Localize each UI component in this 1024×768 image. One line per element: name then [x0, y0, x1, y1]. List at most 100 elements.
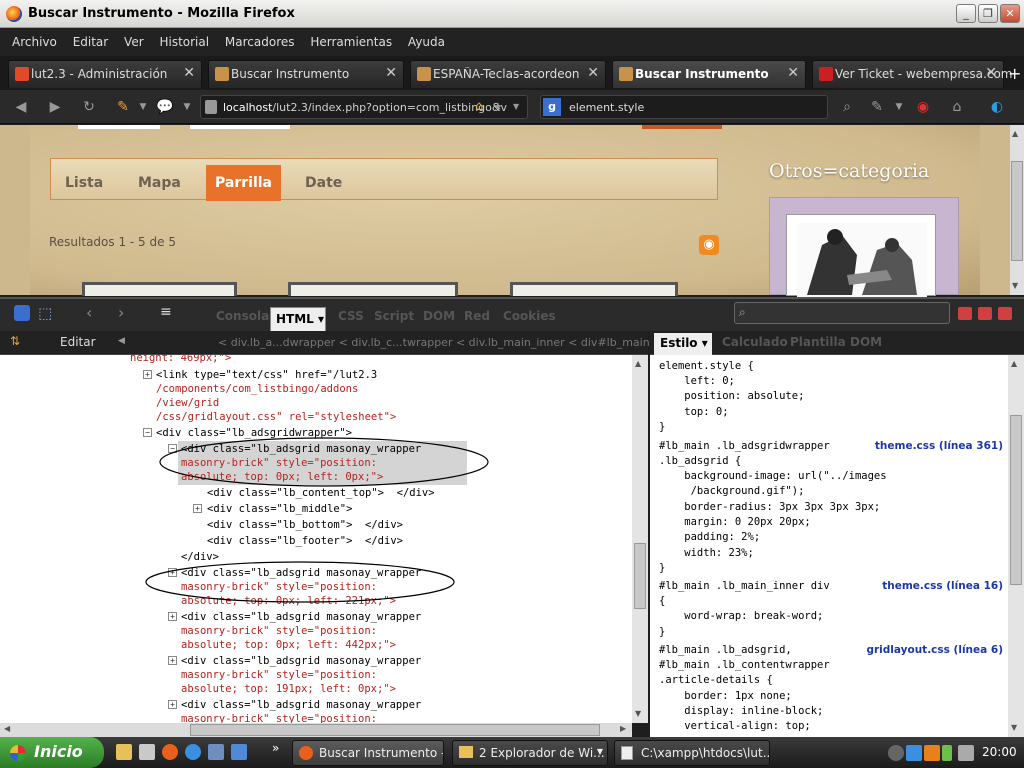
- chevron-down-icon[interactable]: ▼: [513, 102, 519, 111]
- forward-arrow-icon[interactable]: ▶: [44, 96, 66, 118]
- detach-panel-icon[interactable]: [978, 307, 992, 320]
- volume-icon[interactable]: [958, 745, 974, 761]
- firebug-icon[interactable]: [14, 305, 30, 321]
- scrollbar-thumb[interactable]: [190, 724, 600, 736]
- page-scrollbar[interactable]: ▲ ▼: [1010, 125, 1024, 295]
- style-line[interactable]: background-image: url("../images: [659, 469, 886, 485]
- tab-close-icon[interactable]: ✕: [787, 65, 799, 81]
- ie-icon[interactable]: [185, 744, 201, 760]
- style-line[interactable]: display: inline-block;: [659, 704, 823, 720]
- tab-parrilla[interactable]: Parrilla: [206, 165, 281, 201]
- battery-icon[interactable]: [942, 745, 952, 761]
- scrollbar-thumb[interactable]: [1011, 161, 1023, 261]
- browser-tab-active[interactable]: Buscar Instrumento ✕: [612, 60, 806, 88]
- tab-html[interactable]: HTML ▾: [270, 307, 326, 331]
- edit-button[interactable]: Editar: [60, 335, 96, 349]
- tab-close-icon[interactable]: ✕: [183, 65, 195, 81]
- style-line[interactable]: #lb_main .lb_adsgrid,: [659, 643, 792, 659]
- menu-marcadores[interactable]: Marcadores: [225, 28, 295, 56]
- tree-icon[interactable]: ⇅: [10, 334, 20, 348]
- search-bar[interactable]: g element.style: [540, 95, 828, 119]
- addon-icon[interactable]: ✎: [112, 96, 134, 118]
- menu-editar[interactable]: Editar: [73, 28, 109, 56]
- menu-archivo[interactable]: Archivo: [12, 28, 57, 56]
- style-line[interactable]: padding: 2%;: [659, 530, 760, 546]
- home-icon[interactable]: ⌂: [946, 96, 968, 118]
- style-line[interactable]: .lb_adsgrid {: [659, 454, 741, 470]
- chevron-down-icon[interactable]: ▼: [132, 96, 154, 118]
- tab-close-icon[interactable]: ✕: [587, 65, 599, 81]
- search-input[interactable]: element.style: [569, 101, 644, 114]
- back-icon[interactable]: ‹: [86, 303, 92, 322]
- chevron-down-icon[interactable]: ▼: [176, 96, 198, 118]
- tab-red[interactable]: Red: [464, 309, 490, 323]
- breadcrumb[interactable]: < div.lb_a...dwrapper < div.lb_c...twrap…: [218, 336, 673, 349]
- style-line[interactable]: word-wrap: break-word;: [659, 609, 823, 625]
- close-panel-icon[interactable]: [998, 307, 1012, 320]
- network-icon[interactable]: [906, 745, 922, 761]
- menu-herramientas[interactable]: Herramientas: [310, 28, 392, 56]
- tray-arrow-icon[interactable]: [888, 745, 904, 761]
- browser-tab[interactable]: Ver Ticket - webempresa.com ✕: [812, 60, 1012, 88]
- maximize-button[interactable]: ❐: [978, 4, 998, 23]
- chevron-left-icon[interactable]: ◀: [118, 336, 125, 346]
- firebug-search-input[interactable]: ⌕: [734, 302, 950, 324]
- tab-css[interactable]: CSS: [338, 309, 364, 323]
- forward-icon[interactable]: ›: [118, 303, 124, 322]
- computer-icon[interactable]: [208, 744, 224, 760]
- menu-ayuda[interactable]: Ayuda: [408, 28, 445, 56]
- url-bar[interactable]: localhost/lut2.3/index.php?option=com_li…: [200, 95, 528, 119]
- reload-icon[interactable]: ↻: [78, 96, 100, 118]
- browser-tab[interactable]: Buscar Instrumento ✕: [208, 60, 404, 88]
- task-explorer[interactable]: 2 Explorador de Wi... ▼: [452, 740, 608, 766]
- style-line[interactable]: #lb_main .lb_contentwrapper: [659, 658, 830, 674]
- engraving-image[interactable]: [786, 214, 936, 297]
- tab-close-icon[interactable]: ✕: [385, 65, 397, 81]
- style-line[interactable]: #lb_main .lb_main_inner div: [659, 579, 830, 595]
- back-arrow-icon[interactable]: ◀: [10, 96, 32, 118]
- html-pane-scrollbar[interactable]: ▲ ▼: [632, 355, 648, 723]
- chevron-down-icon[interactable]: ▼: [888, 96, 910, 118]
- record-icon[interactable]: ◉: [912, 96, 934, 118]
- tab-close-icon[interactable]: ✕: [985, 65, 997, 81]
- scrollbar-thumb[interactable]: [1010, 415, 1022, 585]
- source-link[interactable]: gridlayout.css (línea 6): [866, 643, 1003, 659]
- tab-date[interactable]: Date: [305, 175, 342, 191]
- ad-card[interactable]: [288, 282, 458, 296]
- style-line[interactable]: vertical-align: top;: [659, 719, 810, 735]
- speech-bubble-icon[interactable]: 💬: [154, 96, 176, 118]
- home-bookmark-icon[interactable]: ⌂: [475, 99, 483, 114]
- style-line[interactable]: .article-details {: [659, 673, 773, 689]
- ad-card[interactable]: [82, 282, 237, 296]
- style-line[interactable]: margin: 0 20px 20px;: [659, 515, 810, 531]
- ad-card[interactable]: [510, 282, 678, 296]
- style-line[interactable]: border: 1px none;: [659, 689, 791, 705]
- google-icon[interactable]: g: [543, 98, 561, 116]
- inspect-pointer-icon[interactable]: ⬚: [38, 304, 52, 322]
- browser-tab[interactable]: lut2.3 - Administración ✕: [8, 60, 202, 88]
- style-line[interactable]: #lb_main .lb_adsgridwrapper: [659, 439, 830, 455]
- html-pane-hscrollbar[interactable]: ◀ ▶: [0, 723, 632, 737]
- menu-lines-icon[interactable]: ≡: [160, 304, 172, 320]
- browser-tab[interactable]: ESPAÑA-Teclas-acordeon ✕: [410, 60, 606, 88]
- style-line[interactable]: border-radius: 3px 3px 3px 3px;: [659, 500, 880, 516]
- task-firefox[interactable]: Buscar Instrumento - ...: [292, 740, 444, 766]
- minimize-button[interactable]: _: [956, 4, 976, 23]
- email-icon[interactable]: [231, 744, 247, 760]
- tab-consola[interactable]: Consola: [216, 309, 269, 323]
- tab-mapa[interactable]: Mapa: [138, 175, 181, 191]
- more-chevron-icon[interactable]: »: [272, 741, 279, 755]
- tab-estilo[interactable]: Estilo ▾: [654, 333, 712, 355]
- tab-calculado[interactable]: Calculado: [722, 335, 788, 349]
- source-link[interactable]: theme.css (línea 16): [882, 579, 1003, 595]
- tab-script[interactable]: Script: [374, 309, 414, 323]
- globe-icon[interactable]: ◐: [986, 96, 1008, 118]
- scrollbar-thumb[interactable]: [634, 543, 646, 609]
- minimize-panel-icon[interactable]: [958, 307, 972, 320]
- source-link[interactable]: theme.css (línea 361): [875, 439, 1003, 455]
- start-button[interactable]: Inicio: [0, 737, 104, 768]
- task-editor[interactable]: C:\xampp\htdocs\lut...: [614, 740, 770, 766]
- style-pane-scrollbar[interactable]: ▲ ▼: [1008, 355, 1024, 737]
- menu-ver[interactable]: Ver: [124, 28, 144, 56]
- style-line[interactable]: width: 23%;: [659, 546, 754, 562]
